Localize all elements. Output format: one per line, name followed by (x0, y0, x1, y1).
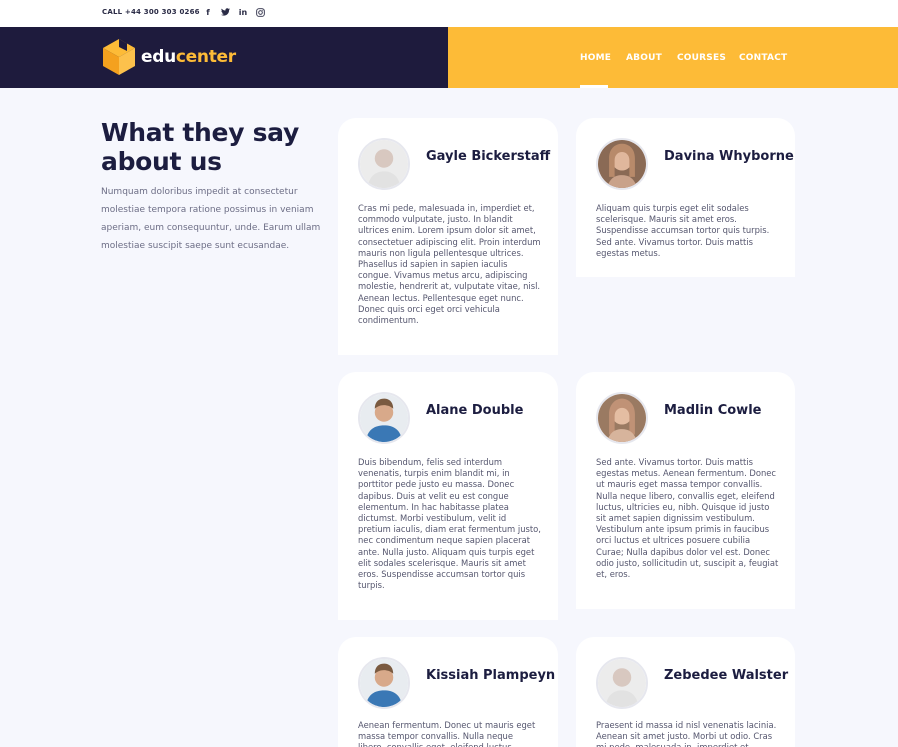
nav-link-contact[interactable]: CONTACT (739, 27, 787, 88)
testimonial-quote: Duis bibendum, felis sed interdum venena… (358, 457, 541, 591)
testimonial-name: Zebedee Walster (664, 668, 789, 683)
testimonial-name: Alane Double (426, 403, 524, 418)
testimonial-card: Alane Double Duis bibendum, felis sed in… (338, 372, 558, 620)
twitter-icon[interactable] (219, 6, 231, 18)
instagram-icon[interactable] (254, 6, 266, 18)
active-nav-indicator (580, 85, 608, 88)
site-logo[interactable]: educenter (101, 37, 236, 77)
top-bar: CALL +44 300 303 0266 f in (0, 0, 898, 27)
nav-link-about[interactable]: ABOUT (626, 27, 662, 88)
avatar (358, 657, 410, 709)
testimonial-quote: Sed ante. Vivamus tortor. Duis mattis eg… (596, 457, 779, 580)
testimonial-card: Kissiah Plampeyn Aenean fermentum. Donec… (338, 637, 558, 747)
nav-link-courses[interactable]: COURSES (677, 27, 726, 88)
testimonial-name: Gayle Bickerstaff (426, 149, 551, 164)
testimonial-card: Madlin Cowle Sed ante. Vivamus tortor. D… (576, 372, 795, 609)
testimonial-quote: Cras mi pede, malesuada in, imperdiet et… (358, 203, 541, 326)
section-title: What they say about us (101, 118, 299, 176)
testimonial-quote: Aliquam quis turpis eget elit sodales sc… (596, 203, 770, 258)
testimonial-name: Kissiah Plampeyn (426, 668, 556, 683)
testimonial-name: Davina Whyborne (664, 149, 794, 164)
navbar-accent-section (448, 27, 898, 88)
cube-logo-icon (103, 39, 135, 75)
nav-link-home[interactable]: HOME (580, 27, 611, 88)
avatar (358, 138, 410, 190)
testimonial-name: Madlin Cowle (664, 403, 762, 418)
testimonial-quote: Aenean fermentum. Donec ut mauris eget m… (358, 720, 536, 747)
main-navbar: educenter HOME ABOUT COURSES CONTACT (0, 27, 898, 88)
testimonial-quote: Praesent id massa id nisl venenatis laci… (596, 720, 777, 747)
testimonial-card: Zebedee Walster Praesent id massa id nis… (576, 637, 795, 747)
phone-number[interactable]: CALL +44 300 303 0266 (102, 8, 200, 16)
testimonial-card: Gayle Bickerstaff Cras mi pede, malesuad… (338, 118, 558, 355)
testimonial-card: Davina Whyborne Aliquam quis turpis eget… (576, 118, 795, 277)
avatar (596, 138, 648, 190)
section-description: Numquam doloribus impedit at consectetur… (101, 187, 321, 251)
avatar (596, 657, 648, 709)
logo-text-part1: edu (141, 47, 176, 67)
avatar (596, 392, 648, 444)
facebook-icon[interactable]: f (202, 6, 214, 18)
avatar (358, 392, 410, 444)
logo-text-part2: center (175, 47, 236, 67)
linkedin-icon[interactable]: in (237, 6, 249, 18)
